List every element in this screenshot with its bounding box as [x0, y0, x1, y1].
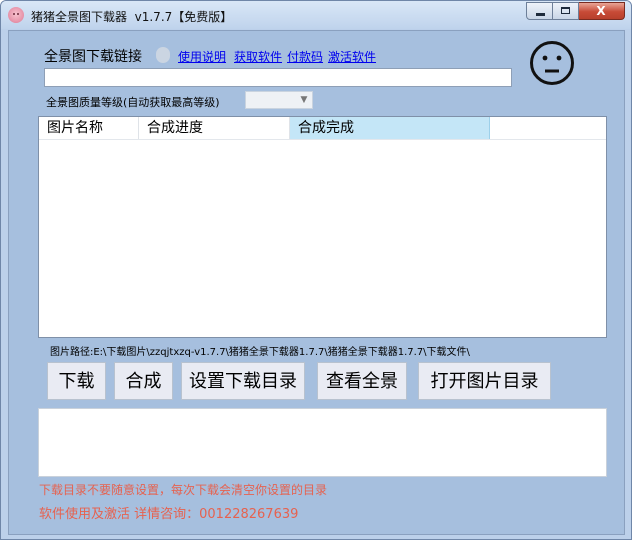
app-window: 猪猪全景图下载器 v1.7.7【免费版】 X 全景图下载链接 使用说明 获取软件… [0, 0, 632, 540]
close-icon: X [596, 4, 606, 18]
usage-link[interactable]: 使用说明 [178, 48, 226, 65]
warning-note: 下载目录不要随意设置，每次下载会清空你设置的目录 [39, 483, 328, 497]
task-list[interactable]: 图片名称 合成进度 合成完成 [38, 116, 607, 338]
neutral-face-icon [530, 41, 574, 85]
maximize-button[interactable] [553, 2, 579, 20]
chevron-down-icon: ▼ [300, 95, 308, 105]
download-button[interactable]: 下载 [47, 362, 106, 400]
set-download-dir-button[interactable]: 设置下载目录 [181, 362, 305, 400]
get-software-link[interactable]: 获取软件 [234, 48, 282, 65]
column-header-progress[interactable]: 合成进度 [139, 117, 290, 139]
pig-app-icon [8, 7, 24, 23]
view-panorama-button[interactable]: 查看全景 [317, 362, 407, 400]
open-image-dir-button[interactable]: 打开图片目录 [418, 362, 551, 400]
close-button[interactable]: X [579, 2, 625, 20]
contact-note: 软件使用及激活 详情咨询：001228267639 [39, 507, 299, 522]
url-input[interactable] [44, 68, 512, 87]
minimize-icon [536, 13, 545, 16]
quality-select[interactable]: ▼ [245, 91, 313, 109]
quality-label: 全景图质量等级(自动获取最高等级) [46, 96, 220, 109]
url-label: 全景图下载链接 [44, 49, 142, 65]
image-path-text: 图片路径:E:\下载图片\zzqjtxzq-v1.7.7\猪猪全景下载器1.7.… [50, 347, 470, 358]
minimize-button[interactable] [526, 2, 553, 20]
main-panel: 全景图下载链接 使用说明 获取软件 付款码 激活软件 全景图质量等级(自动获取最… [8, 30, 625, 535]
column-header-name[interactable]: 图片名称 [39, 117, 139, 139]
compose-button[interactable]: 合成 [114, 362, 173, 400]
title-bar[interactable]: 猪猪全景图下载器 v1.7.7【免费版】 X [1, 1, 631, 29]
maximize-icon [561, 7, 570, 14]
activate-link[interactable]: 激活软件 [328, 48, 376, 65]
window-title: 猪猪全景图下载器 v1.7.7【免费版】 [31, 10, 233, 24]
payment-code-link[interactable]: 付款码 [287, 48, 323, 65]
list-header: 图片名称 合成进度 合成完成 [39, 117, 606, 140]
decorative-dot-icon [156, 47, 170, 63]
window-controls: X [526, 2, 625, 20]
log-output-box[interactable] [38, 408, 607, 477]
column-header-done[interactable]: 合成完成 [290, 117, 490, 139]
